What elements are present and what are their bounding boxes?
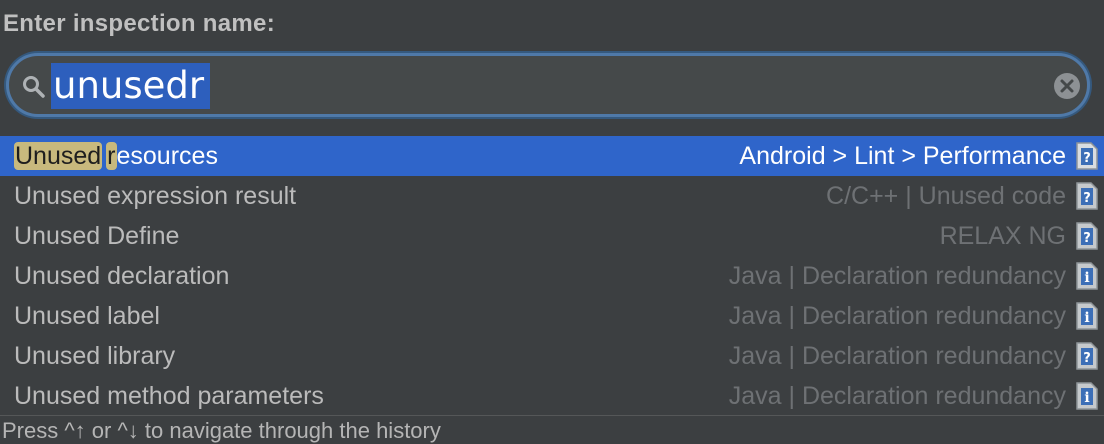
footer-divider [0,415,1104,416]
dialog-title: Enter inspection name: [3,10,275,37]
result-category: Java | Declaration redundancy [728,382,1066,410]
search-field[interactable]: unusedr [6,53,1090,117]
svg-text:?: ? [1083,351,1091,366]
info-doc-icon: i [1076,262,1098,290]
svg-text:i: i [1084,390,1089,406]
result-name: Unused label [14,302,160,330]
search-input-text: unusedr [51,63,211,109]
result-category: C/C++ | Unused code [826,182,1066,210]
result-row-unused-expression-result[interactable]: Unused expression result C/C++ | Unused … [0,176,1104,216]
svg-text:?: ? [1083,231,1091,246]
search-input[interactable]: unusedr [51,63,211,109]
svg-text:?: ? [1083,151,1091,166]
svg-text:i: i [1084,270,1089,286]
result-row-unused-declaration[interactable]: Unused declaration Java | Declaration re… [0,256,1104,296]
result-name: Unused Define [14,222,180,250]
result-name: Unused resources [14,136,218,176]
result-category: Java | Declaration redundancy [728,302,1066,330]
info-doc-icon: i [1076,302,1098,330]
info-doc-icon: i [1076,382,1098,410]
result-name: Unused expression result [14,182,297,210]
svg-text:?: ? [1083,191,1091,206]
result-row-unused-method-parameters[interactable]: Unused method parameters Java | Declarat… [0,376,1104,416]
help-doc-icon: ? [1076,342,1098,370]
result-row-unused-label[interactable]: Unused label Java | Declaration redundan… [0,296,1104,336]
search-icon[interactable] [21,74,47,100]
match-highlight: r [106,142,117,170]
match-highlight: Unused [14,142,103,170]
navigation-hint: Press ^↑ or ^↓ to navigate through the h… [2,418,441,443]
result-row-unused-library[interactable]: Unused library Java | Declaration redund… [0,336,1104,376]
result-row-unused-define[interactable]: Unused Define RELAX NG ? [0,216,1104,256]
result-name: Unused method parameters [14,382,324,410]
result-category: Java | Declaration redundancy [728,262,1066,290]
result-name: Unused library [14,342,176,370]
result-category: RELAX NG [939,222,1066,250]
results-list: Unused resources Android > Lint > Perform… [0,136,1104,416]
result-name: Unused declaration [14,262,230,290]
help-doc-icon: ? [1076,182,1098,210]
result-row-unused-resources[interactable]: Unused resources Android > Lint > Perform… [0,136,1104,176]
result-name-rest: esources [116,142,218,170]
result-category: Java | Declaration redundancy [728,342,1066,370]
clear-icon[interactable] [1053,72,1081,100]
result-category: Android > Lint > Performance [739,142,1066,170]
svg-text:i: i [1084,310,1089,326]
help-doc-icon: ? [1076,222,1098,250]
help-doc-icon: ? [1076,142,1098,170]
